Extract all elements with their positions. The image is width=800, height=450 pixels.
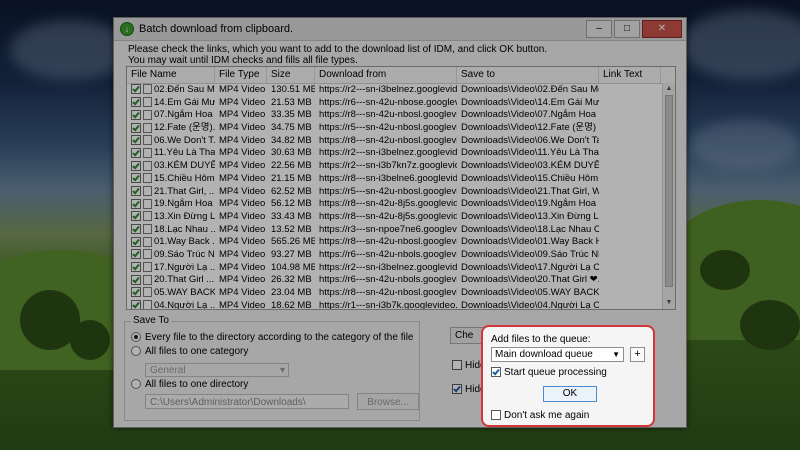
- add-queue-button[interactable]: +: [630, 347, 645, 362]
- start-queue-label: Start queue processing: [504, 367, 607, 378]
- chevron-down-icon: ▼: [612, 350, 620, 359]
- ok-button[interactable]: OK: [543, 386, 597, 402]
- checkbox-checked-icon: [491, 367, 501, 378]
- add-to-queue-popup: Add files to the queue: Main download qu…: [481, 325, 655, 427]
- dont-ask-label: Don't ask me again: [504, 410, 590, 421]
- queue-select[interactable]: Main download queue ▼: [491, 347, 624, 362]
- queue-select-value: Main download queue: [495, 349, 593, 360]
- start-queue-checkbox[interactable]: Start queue processing: [491, 367, 607, 378]
- checkbox-icon: [491, 410, 501, 421]
- modal-dim-overlay: [0, 0, 800, 450]
- popup-title: Add files to the queue:: [491, 334, 591, 345]
- dont-ask-checkbox[interactable]: Don't ask me again: [491, 410, 589, 421]
